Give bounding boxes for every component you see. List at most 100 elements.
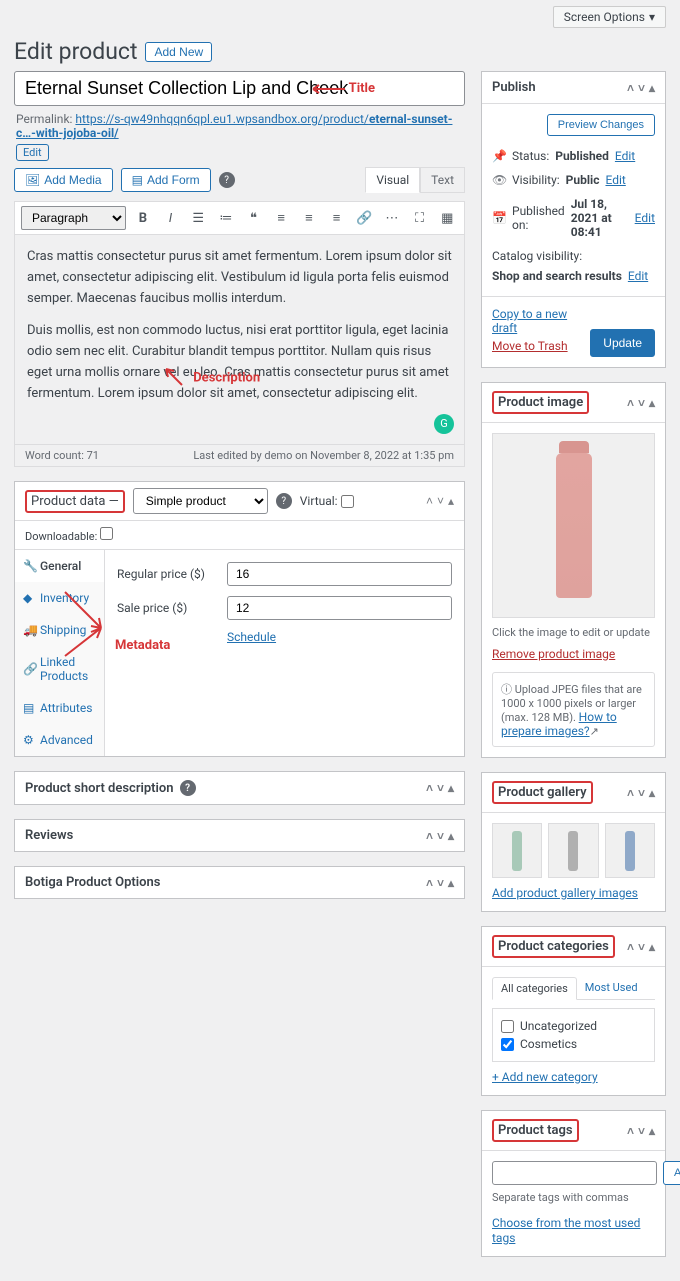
product-type-select[interactable]: Simple product	[133, 488, 268, 514]
chevron-down-icon[interactable]: ˅	[437, 494, 444, 508]
remove-image-link[interactable]: Remove product image	[492, 647, 615, 661]
link-icon[interactable]: 🔗	[353, 207, 375, 229]
gallery-thumb[interactable]	[492, 823, 542, 878]
chevron-up-icon[interactable]: ˄	[426, 829, 433, 843]
collapse-icon[interactable]: ▴	[448, 781, 454, 795]
number-list-icon[interactable]: ≔	[215, 207, 237, 229]
format-select[interactable]: Paragraph	[21, 206, 126, 230]
chevron-up-icon[interactable]: ˄	[426, 876, 433, 890]
collapse-icon[interactable]: ▴	[649, 396, 655, 410]
downloadable-checkbox[interactable]: Downloadable:	[25, 530, 113, 543]
permalink-link[interactable]: https://s-qw49nhqqn6qpl.eu1.wpsandbox.or…	[16, 112, 452, 140]
add-form-button[interactable]: ▤ Add Form	[121, 168, 211, 192]
collapse-icon[interactable]: ▴	[649, 1124, 655, 1138]
tab-linked[interactable]: 🔗Linked Products	[15, 646, 104, 692]
product-tags-title: Product tags	[492, 1119, 579, 1142]
fullscreen-icon[interactable]: ⛶	[409, 207, 431, 229]
move-trash-link[interactable]: Move to Trash	[492, 339, 590, 353]
align-center-icon[interactable]: ≡	[298, 207, 320, 229]
collapse-icon[interactable]: ▴	[448, 876, 454, 890]
bold-icon[interactable]: B	[132, 207, 154, 229]
collapse-icon[interactable]: ▴	[649, 940, 655, 954]
chevron-up-icon[interactable]: ˄	[627, 396, 634, 410]
chevron-down-icon[interactable]: ˅	[437, 829, 444, 843]
chevron-down-icon[interactable]: ˅	[437, 781, 444, 795]
tab-all-categories[interactable]: All categories	[492, 977, 577, 1000]
choose-tags-link[interactable]: Choose from the most used tags	[492, 1216, 640, 1245]
tab-shipping[interactable]: 🚚Shipping	[15, 614, 104, 646]
add-gallery-link[interactable]: Add product gallery images	[492, 886, 638, 900]
screen-options-button[interactable]: Screen Options ▾	[553, 6, 666, 28]
gallery-thumb[interactable]	[548, 823, 598, 878]
editor-content[interactable]: Cras mattis consectetur purus sit amet f…	[14, 235, 465, 445]
tab-text[interactable]: Text	[420, 167, 465, 193]
page-title: Edit product Add New	[14, 38, 666, 71]
chevron-down-icon[interactable]: ˅	[638, 1124, 645, 1138]
chevron-up-icon[interactable]: ˄	[627, 81, 634, 95]
chevron-up-icon[interactable]: ˄	[627, 786, 634, 800]
add-new-button[interactable]: Add New	[145, 42, 212, 62]
update-button[interactable]: Update	[590, 329, 655, 357]
collapse-icon[interactable]: ▴	[649, 81, 655, 95]
link-icon: 🔗	[23, 662, 35, 676]
tab-most-used[interactable]: Most Used	[577, 977, 646, 999]
add-media-button[interactable]: 🖼 Add Media	[14, 168, 113, 192]
collapse-icon[interactable]: ▴	[448, 829, 454, 843]
product-image-preview[interactable]	[492, 433, 655, 618]
more-icon[interactable]: ⋯	[381, 207, 403, 229]
permalink-edit-button[interactable]: Edit	[16, 144, 49, 161]
chevron-up-icon[interactable]: ˄	[426, 494, 433, 508]
category-checkbox-cosmetics[interactable]	[501, 1038, 514, 1051]
chevron-up-icon[interactable]: ˄	[627, 940, 634, 954]
copy-draft-link[interactable]: Copy to a new draft	[492, 307, 590, 335]
align-left-icon[interactable]: ≡	[270, 207, 292, 229]
add-tag-button[interactable]: Add	[663, 1161, 680, 1185]
tab-general[interactable]: 🔧General	[15, 550, 104, 582]
chevron-down-icon: ▾	[649, 10, 655, 24]
align-right-icon[interactable]: ≡	[326, 207, 348, 229]
italic-icon[interactable]: I	[160, 207, 182, 229]
edit-status-link[interactable]: Edit	[615, 149, 635, 163]
virtual-checkbox[interactable]: Virtual:	[300, 494, 354, 508]
help-icon[interactable]: ?	[219, 172, 235, 188]
category-checkbox-uncategorized[interactable]	[501, 1020, 514, 1033]
quote-icon[interactable]: ❝	[243, 207, 265, 229]
product-categories-title: Product categories	[492, 935, 615, 958]
tab-attributes[interactable]: ▤Attributes	[15, 692, 104, 724]
edit-visibility-link[interactable]: Edit	[605, 173, 625, 187]
help-icon[interactable]: ?	[276, 493, 292, 509]
list-icon: ▤	[23, 701, 35, 715]
form-icon: ▤	[132, 173, 143, 187]
sale-price-label: Sale price ($)	[117, 601, 217, 615]
edit-catalog-link[interactable]: Edit	[628, 269, 648, 283]
edit-date-link[interactable]: Edit	[635, 211, 655, 225]
bullet-list-icon[interactable]: ☰	[187, 207, 209, 229]
preview-changes-button[interactable]: Preview Changes	[547, 114, 655, 136]
gallery-thumb[interactable]	[605, 823, 655, 878]
wrench-icon: 🔧	[23, 559, 35, 573]
toolbar-toggle-icon[interactable]: ▦	[436, 207, 458, 229]
collapse-icon[interactable]: ▴	[448, 494, 454, 508]
tab-inventory[interactable]: ◆Inventory	[15, 582, 104, 614]
grammarly-icon[interactable]: G	[434, 414, 454, 434]
product-title-input[interactable]	[14, 71, 465, 106]
collapse-icon[interactable]: ▴	[649, 786, 655, 800]
regular-price-input[interactable]	[227, 562, 452, 586]
chevron-down-icon[interactable]: ˅	[638, 81, 645, 95]
image-hint: Click the image to edit or update	[492, 626, 655, 639]
chevron-down-icon[interactable]: ˅	[638, 786, 645, 800]
tab-advanced[interactable]: ⚙Advanced	[15, 724, 104, 756]
chevron-up-icon[interactable]: ˄	[426, 781, 433, 795]
chevron-down-icon[interactable]: ˅	[437, 876, 444, 890]
help-icon[interactable]: ?	[180, 780, 196, 796]
calendar-icon: 📅	[492, 211, 506, 225]
tag-input[interactable]	[492, 1161, 657, 1185]
chevron-down-icon[interactable]: ˅	[638, 940, 645, 954]
add-category-link[interactable]: + Add new category	[492, 1070, 598, 1084]
schedule-link[interactable]: Schedule	[227, 630, 276, 644]
sale-price-input[interactable]	[227, 596, 452, 620]
chevron-up-icon[interactable]: ˄	[627, 1124, 634, 1138]
chevron-down-icon[interactable]: ˅	[638, 396, 645, 410]
gear-icon: ⚙	[23, 733, 35, 747]
tab-visual[interactable]: Visual	[365, 167, 420, 193]
